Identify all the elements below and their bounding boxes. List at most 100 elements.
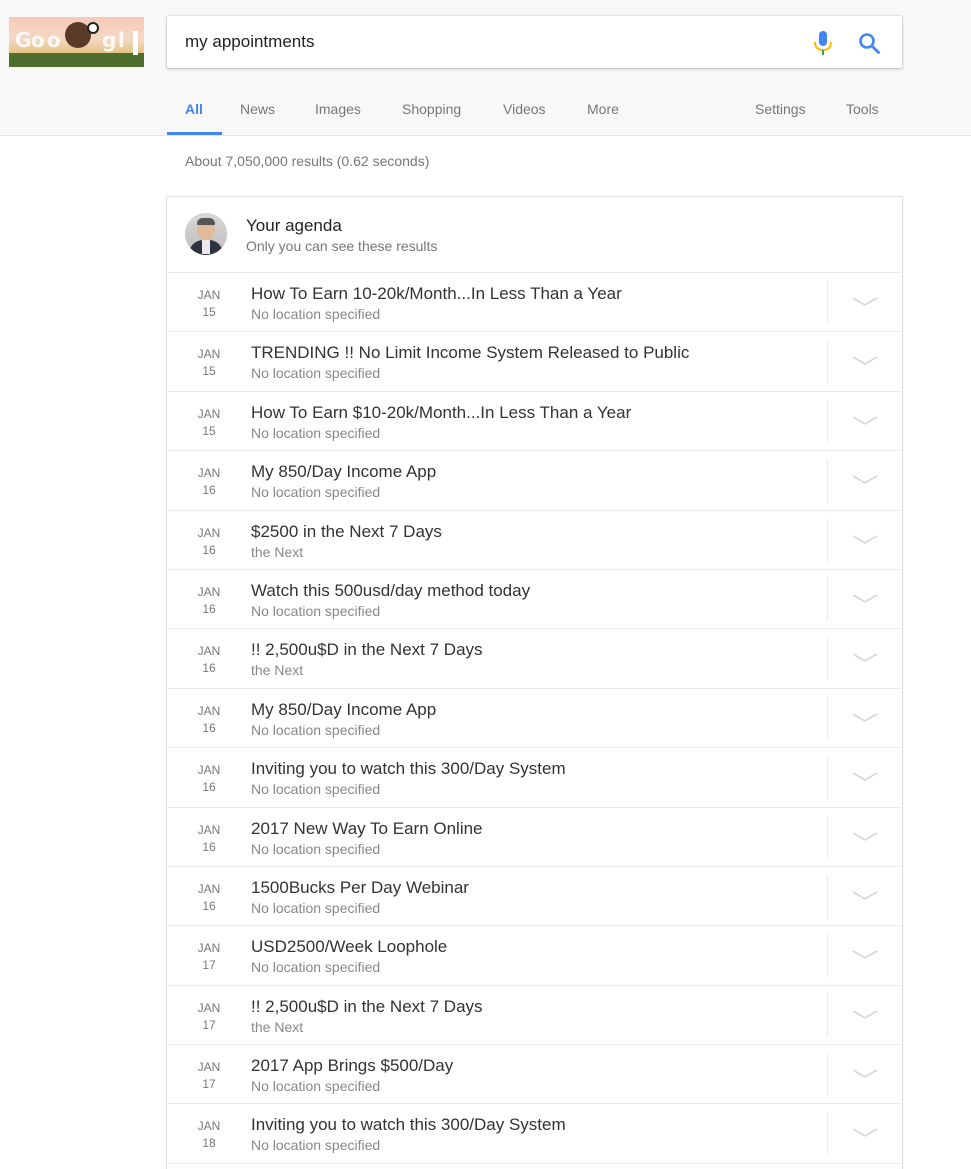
event-title: Inviting you to watch this 300/Day Syste… <box>251 1115 566 1135</box>
agenda-event-row[interactable]: JAN 16 My 850/Day Income App No location… <box>167 689 902 749</box>
event-month: JAN <box>197 644 221 659</box>
event-day: 17 <box>202 1017 216 1032</box>
tab-more[interactable]: More <box>587 86 619 134</box>
search-input[interactable] <box>185 30 785 54</box>
row-divider <box>827 934 828 978</box>
event-day: 16 <box>202 483 216 498</box>
event-day: 17 <box>202 1077 216 1092</box>
event-title: $2500 in the Next 7 Days <box>251 521 442 541</box>
event-month: JAN <box>197 288 221 302</box>
chevron-down-icon[interactable] <box>851 1126 879 1140</box>
tab-settings[interactable]: Settings <box>755 86 806 134</box>
chevron-down-icon[interactable] <box>851 948 879 962</box>
chevron-down-icon[interactable] <box>851 1067 879 1081</box>
chevron-down-icon[interactable] <box>851 770 879 784</box>
event-title: How To Earn $10-20k/Month...In Less Than… <box>251 402 632 422</box>
event-month: JAN <box>197 941 221 956</box>
event-month: JAN <box>197 763 221 778</box>
row-divider <box>827 993 828 1037</box>
agenda-event-row[interactable]: JAN 18 Inviting you to watch this 300/Da… <box>167 1104 902 1164</box>
chevron-down-icon[interactable] <box>851 889 879 903</box>
agenda-event-row[interactable]: JAN 15 How To Earn $10-20k/Month...In Le… <box>167 392 902 452</box>
chevron-down-icon[interactable] <box>851 473 879 487</box>
event-day: 18 <box>202 1136 216 1151</box>
event-title: Inviting you to watch this 300/Day Syste… <box>251 759 566 779</box>
chevron-down-icon[interactable] <box>851 414 879 428</box>
event-month: JAN <box>197 703 221 718</box>
event-title: 1500Bucks Per Day Webinar <box>251 877 469 897</box>
agenda-event-row[interactable]: JAN 16 1500Bucks Per Day Webinar No loca… <box>167 867 902 927</box>
chevron-down-icon[interactable] <box>851 533 879 547</box>
agenda-event-row[interactable]: JAN 16 Watch this 500usd/day method toda… <box>167 570 902 630</box>
event-day: 16 <box>202 898 216 913</box>
microphone-icon[interactable] <box>812 30 834 56</box>
chevron-down-icon[interactable] <box>851 830 879 844</box>
event-day: 16 <box>202 720 216 735</box>
event-title: !! 2,500u$D in the Next 7 Days <box>251 996 483 1016</box>
event-day: 17 <box>202 958 216 973</box>
doodle-hill <box>9 53 144 67</box>
chevron-down-icon[interactable] <box>851 295 879 309</box>
tab-news[interactable]: News <box>240 86 275 134</box>
agenda-event-row[interactable]: JAN 16 My 850/Day Income App No location… <box>167 451 902 511</box>
event-month: JAN <box>197 525 221 540</box>
row-divider <box>827 577 828 621</box>
agenda-event-row[interactable]: JAN 16 2017 New Way To Earn Online No lo… <box>167 808 902 867</box>
tab-shopping[interactable]: Shopping <box>402 86 461 134</box>
event-month: JAN <box>197 406 221 421</box>
chevron-down-icon[interactable] <box>851 711 879 725</box>
chevron-down-icon[interactable] <box>851 1008 879 1022</box>
event-location: No location specified <box>251 1078 381 1095</box>
chevron-down-icon[interactable] <box>851 592 879 606</box>
row-divider <box>827 637 828 681</box>
event-location: No location specified <box>251 484 381 501</box>
event-location: No location specified <box>251 602 381 619</box>
agenda-list: JAN 15 How To Earn 10-20k/Month...In Les… <box>167 273 902 1164</box>
tab-images[interactable]: Images <box>315 86 361 134</box>
row-divider <box>827 399 828 443</box>
event-month: JAN <box>197 347 221 362</box>
event-title: How To Earn 10-20k/Month...In Less Than … <box>251 284 622 303</box>
event-location: the Next <box>251 662 304 679</box>
agenda-subtitle: Only you can see these results <box>246 238 438 254</box>
row-divider <box>827 1053 828 1097</box>
agenda-event-row[interactable]: JAN 16 Inviting you to watch this 300/Da… <box>167 748 902 808</box>
event-title: 2017 New Way To Earn Online <box>251 818 483 838</box>
event-day: 15 <box>202 364 216 379</box>
doodle-letter: l <box>118 28 125 52</box>
event-month: JAN <box>197 466 221 481</box>
agenda-event-row[interactable]: JAN 17 2017 App Brings $500/Day No locat… <box>167 1045 902 1105</box>
event-month: JAN <box>197 822 221 837</box>
event-month: JAN <box>197 1060 221 1075</box>
chevron-down-icon[interactable] <box>851 651 879 665</box>
row-divider <box>827 874 828 918</box>
event-location: No location specified <box>251 1137 381 1154</box>
row-divider <box>827 281 828 324</box>
agenda-event-row[interactable]: JAN 16 $2500 in the Next 7 Days the Next <box>167 511 902 570</box>
row-divider <box>827 756 828 800</box>
chevron-down-icon[interactable] <box>851 354 879 368</box>
event-day: 16 <box>202 839 216 854</box>
tab-tools[interactable]: Tools <box>846 86 879 134</box>
event-day: 16 <box>202 601 216 616</box>
event-month: JAN <box>197 1119 221 1134</box>
agenda-event-row[interactable]: JAN 16 !! 2,500u$D in the Next 7 Days th… <box>167 629 902 689</box>
search-icon[interactable] <box>857 31 881 55</box>
agenda-event-row[interactable]: JAN 17 !! 2,500u$D in the Next 7 Days th… <box>167 986 902 1046</box>
event-title: 2017 App Brings $500/Day <box>251 1056 454 1076</box>
tab-videos[interactable]: Videos <box>503 86 546 134</box>
event-title: USD2500/Week Loophole <box>251 937 448 957</box>
doodle-letter: o <box>31 28 45 52</box>
row-divider <box>827 696 828 740</box>
agenda-event-row[interactable]: JAN 15 TRENDING !! No Limit Income Syste… <box>167 332 902 392</box>
event-location: No location specified <box>251 721 381 738</box>
google-doodle-logo[interactable]: G o o g l <box>9 17 144 67</box>
tab-all[interactable]: All <box>167 86 222 135</box>
event-location: No location specified <box>251 424 381 441</box>
event-location: the Next <box>251 543 304 560</box>
doodle-letter: o <box>47 28 61 52</box>
doodle-bow <box>87 22 99 34</box>
event-day: 15 <box>202 305 216 319</box>
agenda-event-row[interactable]: JAN 15 How To Earn 10-20k/Month...In Les… <box>167 273 902 333</box>
agenda-event-row[interactable]: JAN 17 USD2500/Week Loophole No location… <box>167 926 902 986</box>
